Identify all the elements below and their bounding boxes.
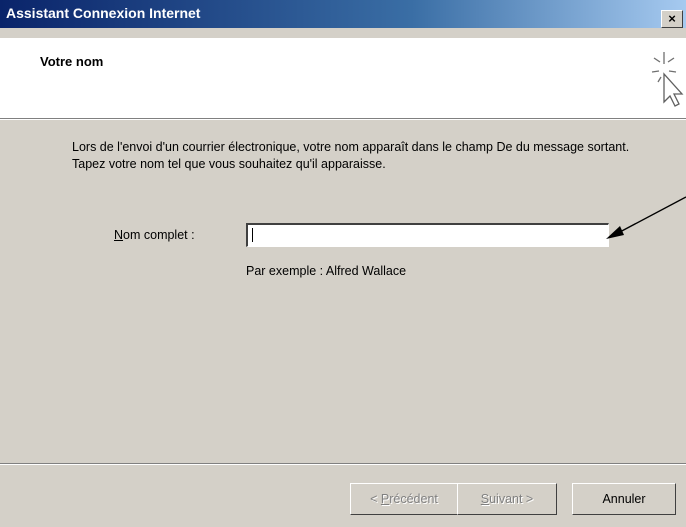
next-label: uivant >: [489, 492, 534, 506]
wizard-header: Votre nom: [0, 38, 686, 119]
full-name-label: Nom complet :: [114, 228, 195, 242]
next-button[interactable]: Suivant >: [457, 483, 557, 515]
header-separator: [0, 119, 686, 120]
previous-button[interactable]: < Précédent: [350, 483, 458, 515]
next-mnemonic: S: [480, 492, 490, 506]
wizard-sparkle-cursor-icon: [651, 52, 684, 107]
previous-mnemonic: P: [380, 492, 390, 506]
wizard-window: Assistant Connexion Internet × Votre nom…: [0, 0, 686, 527]
full-name-input[interactable]: [246, 223, 609, 247]
previous-label: récédent: [389, 492, 438, 506]
cancel-button[interactable]: Annuler: [572, 483, 676, 515]
text-caret: [252, 228, 253, 242]
callout-arrow-icon: [606, 196, 686, 239]
instructions-text: Lors de l'envoi d'un courrier électroniq…: [72, 140, 630, 171]
footer-separator: [0, 463, 686, 465]
title-bar[interactable]: Assistant Connexion Internet ×: [0, 0, 686, 28]
example-hint: Par exemple : Alfred Wallace: [246, 264, 407, 278]
page-title: Votre nom: [40, 54, 104, 69]
full-name-label-mnemonic: N: [114, 228, 124, 242]
full-name-label-text: om complet :: [123, 228, 195, 242]
previous-prefix: <: [370, 492, 381, 506]
close-icon: ×: [668, 11, 676, 26]
window-title: Assistant Connexion Internet: [6, 5, 201, 21]
close-button[interactable]: ×: [661, 10, 683, 28]
